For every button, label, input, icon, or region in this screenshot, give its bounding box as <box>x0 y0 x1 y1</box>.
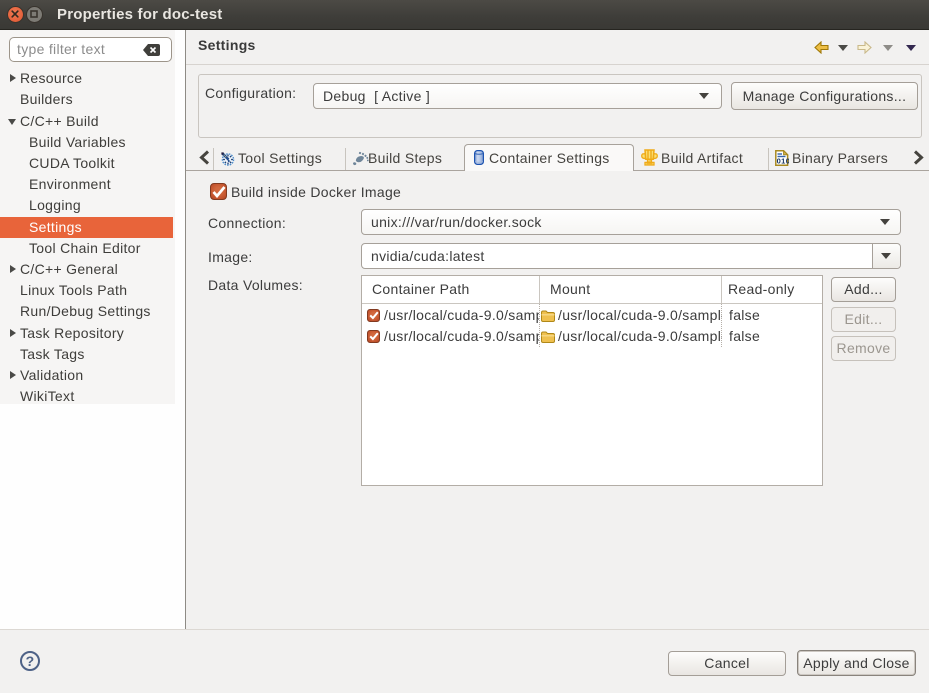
svg-text:010: 010 <box>777 157 789 166</box>
